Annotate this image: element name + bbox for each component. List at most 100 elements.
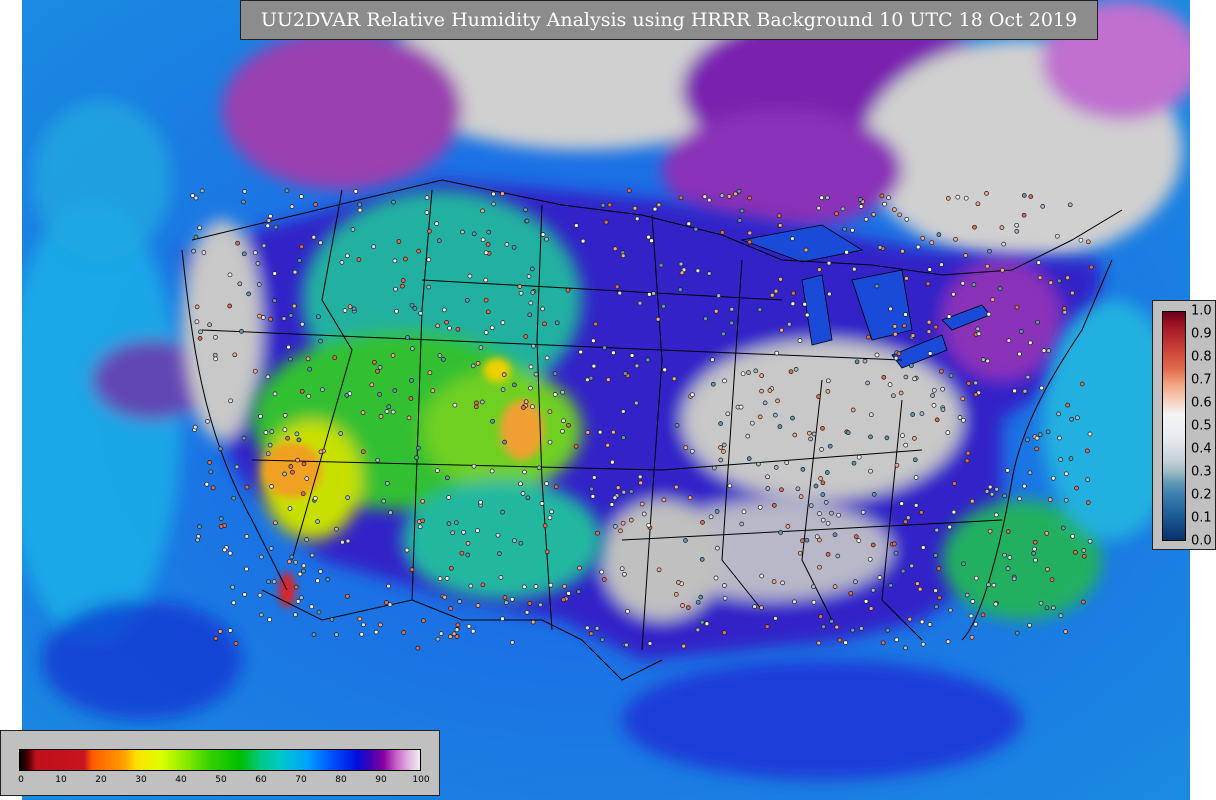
station-dot: [1063, 629, 1068, 634]
station-dot: [595, 530, 600, 536]
station-dot: [1060, 525, 1066, 531]
fraction-colorbar-gradient: [1162, 311, 1186, 541]
station-dot: [193, 234, 199, 240]
station-dot: [377, 365, 383, 370]
station-dot: [1022, 388, 1028, 394]
station-dot: [778, 276, 783, 282]
station-dot: [334, 632, 339, 637]
station-dot: [213, 356, 219, 362]
station-dot: [1021, 212, 1027, 218]
station-dot: [518, 540, 524, 546]
station-dot: [634, 400, 639, 406]
station-dot: [547, 409, 553, 415]
station-dot: [468, 583, 474, 589]
station-dot: [1049, 577, 1055, 583]
station-dot: [614, 284, 620, 290]
station-dot: [450, 530, 456, 536]
station-dot: [313, 202, 318, 207]
station-dot: [242, 189, 248, 194]
station-dot: [554, 320, 560, 326]
station-dot: [465, 541, 471, 546]
station-dot: [866, 334, 871, 340]
station-dot: [689, 392, 695, 398]
station-dot: [821, 624, 826, 630]
station-dot: [813, 483, 819, 489]
station-dot: [315, 519, 320, 524]
station-dot: [315, 578, 320, 584]
station-dot: [680, 603, 685, 608]
station-dot: [915, 244, 921, 250]
station-dot: [271, 579, 277, 585]
station-dot: [617, 290, 623, 296]
station-dot: [927, 267, 933, 272]
station-dot: [269, 484, 274, 489]
station-dot: [937, 595, 942, 601]
station-dot: [1058, 613, 1064, 619]
station-dot: [357, 202, 363, 208]
station-dot: [304, 537, 309, 542]
station-dot: [628, 489, 634, 494]
station-dot: [1014, 228, 1020, 234]
station-dot: [544, 355, 550, 361]
station-dot: [622, 371, 628, 376]
station-dot: [912, 457, 918, 463]
station-dot: [217, 629, 223, 634]
station-dot: [832, 532, 838, 538]
station-dot: [848, 590, 854, 596]
fraction-tick: 0.1: [1191, 510, 1212, 526]
station-dot: [797, 550, 803, 556]
station-dot: [776, 213, 782, 219]
station-dot: [936, 232, 942, 237]
station-dot: [268, 546, 274, 551]
station-dot: [825, 195, 830, 201]
station-dot: [454, 634, 460, 639]
station-dot: [860, 509, 866, 515]
station-dot: [946, 314, 952, 319]
station-dot: [891, 541, 897, 547]
station-dot: [619, 566, 625, 572]
station-dot: [498, 575, 504, 580]
station-dot: [1035, 319, 1040, 325]
station-dot: [360, 410, 366, 415]
station-dot: [446, 495, 452, 500]
station-dot: [827, 291, 832, 297]
station-dot: [620, 409, 626, 414]
station-dot: [713, 575, 719, 581]
station-dot: [773, 288, 779, 294]
station-dot: [871, 212, 877, 217]
station-dot: [386, 583, 391, 589]
station-dot: [891, 393, 896, 399]
station-dot: [386, 404, 392, 410]
station-dot: [1014, 222, 1020, 228]
station-dot: [475, 528, 480, 533]
station-dot: [286, 344, 291, 350]
relative-humidity-map: [22, 0, 1190, 800]
station-dot: [1051, 605, 1056, 611]
station-dot: [1078, 237, 1084, 243]
station-dot: [769, 292, 775, 298]
station-dot: [454, 627, 460, 633]
station-dot: [511, 382, 517, 388]
station-dot: [727, 483, 733, 489]
station-dot: [638, 480, 644, 486]
station-dot: [573, 443, 579, 449]
station-dot: [695, 268, 701, 274]
station-dot: [913, 503, 919, 508]
fraction-tick: 1.0: [1191, 303, 1212, 319]
station-dot: [689, 448, 695, 454]
station-dot: [1081, 553, 1087, 559]
station-dot: [721, 449, 726, 454]
station-dot: [218, 516, 224, 521]
station-dot: [1014, 630, 1020, 636]
station-dot: [964, 458, 970, 464]
station-dot: [252, 368, 258, 374]
station-dot: [1045, 429, 1051, 435]
station-dot: [316, 314, 321, 320]
station-dot: [625, 609, 630, 614]
station-dot: [786, 321, 792, 327]
station-dot: [741, 509, 747, 515]
station-dot: [1065, 275, 1070, 281]
station-dot: [272, 391, 278, 397]
station-dot: [591, 475, 597, 480]
station-dot: [1045, 566, 1050, 572]
